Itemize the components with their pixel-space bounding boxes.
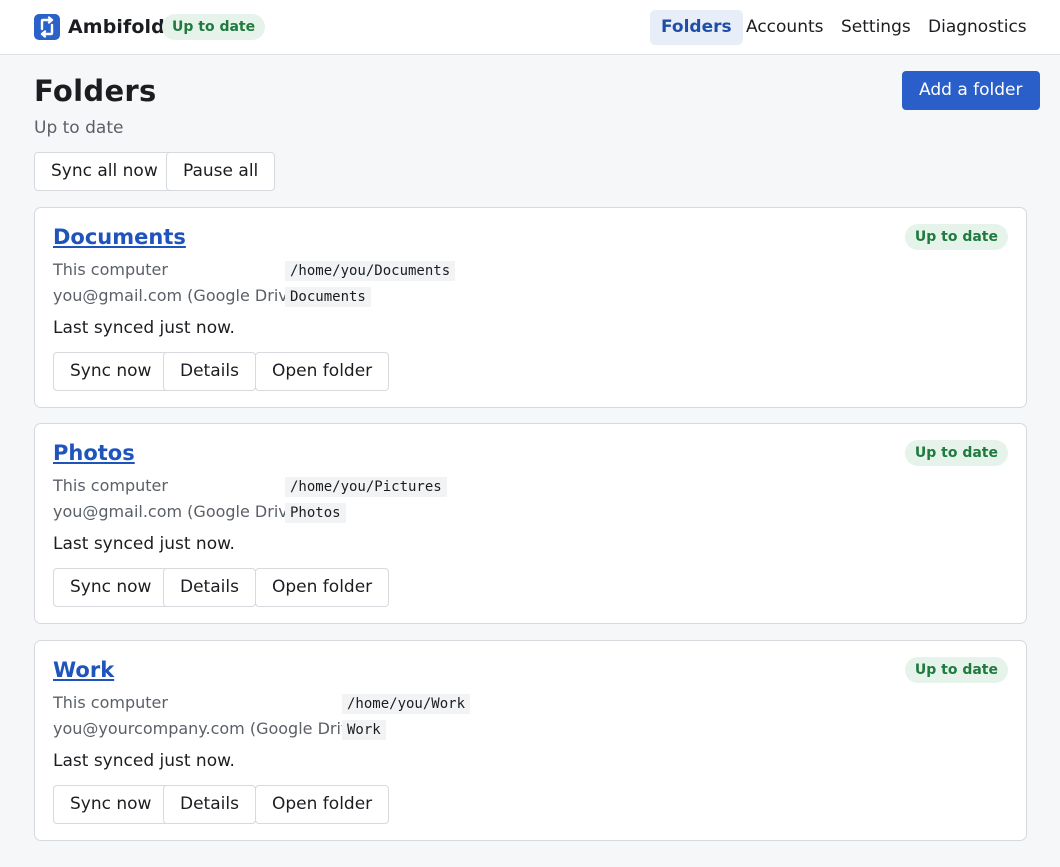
sync-all-button[interactable]: Sync all now <box>34 152 175 191</box>
folder-card: Photos Up to date This computer /home/yo… <box>34 423 1027 624</box>
sync-arrows-icon <box>34 14 60 40</box>
page-status: Up to date <box>34 118 124 138</box>
pause-all-button[interactable]: Pause all <box>166 152 276 191</box>
folder-status-badge: Up to date <box>904 440 1008 466</box>
remote-location-label: you@yourcompany.com (Google Drive) <box>53 719 367 738</box>
remote-path: Work <box>342 720 386 740</box>
nav-item-settings[interactable]: Settings <box>830 10 922 45</box>
sync-now-button[interactable]: Sync now <box>53 785 169 824</box>
remote-location-label: you@gmail.com (Google Drive) <box>53 286 304 305</box>
app-status-badge: Up to date <box>162 14 266 40</box>
nav-item-folders[interactable]: Folders <box>650 10 743 45</box>
details-button[interactable]: Details <box>163 568 256 607</box>
nav-item-diagnostics[interactable]: Diagnostics <box>917 10 1038 45</box>
folder-status-badge: Up to date <box>904 657 1008 683</box>
folder-card: Work Up to date This computer /home/you/… <box>34 640 1027 841</box>
nav-item-accounts[interactable]: Accounts <box>735 10 835 45</box>
last-synced-text: Last synced just now. <box>53 318 235 338</box>
folder-card: Documents Up to date This computer /home… <box>34 207 1027 408</box>
last-synced-text: Last synced just now. <box>53 751 235 771</box>
open-folder-button[interactable]: Open folder <box>255 568 390 607</box>
sync-now-button[interactable]: Sync now <box>53 568 169 607</box>
last-synced-text: Last synced just now. <box>53 534 235 554</box>
folder-name-link[interactable]: Documents <box>53 222 186 252</box>
page-title: Folders <box>34 74 157 108</box>
folder-name-link[interactable]: Work <box>53 655 114 685</box>
sync-now-button[interactable]: Sync now <box>53 352 169 391</box>
local-path: /home/you/Documents <box>285 261 456 281</box>
local-location-label: This computer <box>53 260 168 279</box>
open-folder-button[interactable]: Open folder <box>255 352 390 391</box>
folder-status-badge: Up to date <box>904 224 1008 250</box>
remote-path: Documents <box>285 287 371 307</box>
details-button[interactable]: Details <box>163 352 256 391</box>
remote-path: Photos <box>285 503 346 523</box>
folder-name-link[interactable]: Photos <box>53 438 135 468</box>
open-folder-button[interactable]: Open folder <box>255 785 390 824</box>
app-name: Ambifold <box>68 16 165 38</box>
top-bar: Ambifold Up to date Folders Accounts Set… <box>0 0 1060 55</box>
add-folder-button[interactable]: Add a folder <box>902 71 1040 110</box>
local-path: /home/you/Pictures <box>285 477 447 497</box>
details-button[interactable]: Details <box>163 785 256 824</box>
local-path: /home/you/Work <box>342 694 471 714</box>
remote-location-label: you@gmail.com (Google Drive) <box>53 502 304 521</box>
local-location-label: This computer <box>53 693 168 712</box>
local-location-label: This computer <box>53 476 168 495</box>
